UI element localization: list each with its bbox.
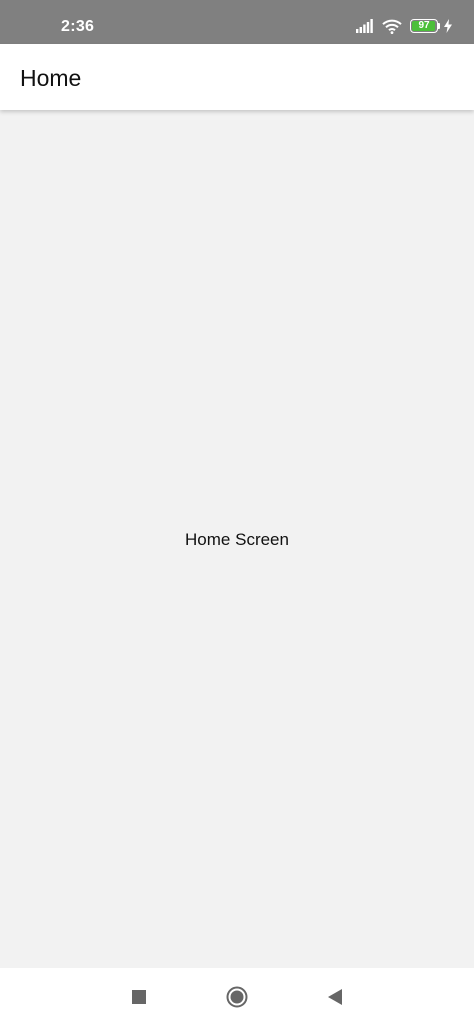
page-title: Home: [20, 65, 82, 91]
battery-level: 97: [418, 20, 430, 31]
home-button[interactable]: [224, 984, 250, 1010]
navigation-bar: [0, 968, 474, 1026]
charging-bolt-icon: [444, 19, 452, 33]
recents-square-icon: [132, 990, 146, 1004]
signal-icon: [356, 19, 373, 33]
home-screen-label: Home Screen: [185, 530, 289, 549]
status-icons: 97: [356, 16, 452, 36]
recents-button[interactable]: [126, 984, 152, 1010]
back-triangle-icon: [328, 989, 342, 1005]
screen: 2:36 97 Home Home Screen: [0, 0, 474, 1026]
home-circle-icon: [226, 986, 248, 1008]
app-bar: Home: [0, 44, 474, 110]
home-content: Home Screen: [0, 110, 474, 968]
wifi-icon: [382, 19, 402, 34]
status-bar: 2:36 97: [0, 0, 474, 44]
back-button[interactable]: [322, 984, 348, 1010]
battery-icon: 97: [410, 19, 440, 33]
status-time: 2:36: [61, 18, 95, 35]
